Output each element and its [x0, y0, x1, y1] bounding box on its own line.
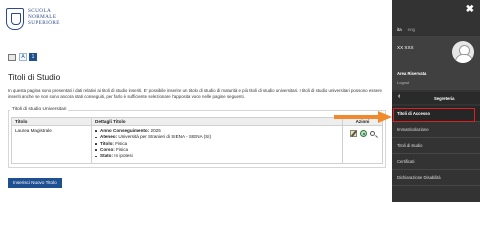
titles-table: Titolo Dettagli Titolo Azioni Laurea Mag…	[11, 117, 383, 164]
menu-item-titoli-di-studio[interactable]: Titoli di studio	[392, 138, 480, 154]
step-navigation: A 1	[8, 53, 39, 61]
menu-item-dichiarazione-disabilita[interactable]: Dichiarazione Disabilità	[392, 170, 480, 186]
search-icon[interactable]	[370, 131, 375, 136]
edit-icon[interactable]	[350, 130, 357, 137]
column-header-title: Titolo	[11, 117, 92, 126]
insert-new-title-button[interactable]: Inserisci Nuovo Titolo	[8, 178, 62, 188]
menu-section-header[interactable]: ‹ Segreteria	[392, 92, 480, 104]
callout-arrow-icon	[334, 111, 392, 123]
detail-status: Stato: In ipotesi	[95, 153, 339, 159]
page-title: Titoli di Studio	[8, 72, 61, 82]
reserved-area-title: Area Riservata	[397, 71, 427, 76]
side-menu: ✖ ita eng XX XXX Area Riservata Logout ‹…	[392, 0, 480, 202]
table-row: Laurea Magistrale Anno Conseguimento: 20…	[11, 125, 383, 164]
legend-icon[interactable]	[8, 53, 16, 61]
menu-item-titoli-di-accesso[interactable]: Titoli di Accesso	[392, 106, 480, 122]
lang-eng[interactable]: eng	[408, 27, 415, 32]
step-a[interactable]: A	[19, 53, 27, 61]
cell-actions	[342, 125, 383, 164]
page-description: In questa pagina sono presentati i dati …	[8, 88, 382, 100]
step-1-active[interactable]: 1	[29, 53, 37, 61]
language-switch: ita eng	[397, 27, 415, 32]
crest-icon	[6, 8, 24, 30]
logout-link[interactable]: Logout	[397, 80, 409, 85]
university-logo[interactable]: SCUOLA NORMALE SUPERIORE	[6, 8, 60, 30]
lang-ita[interactable]: ita	[397, 27, 402, 32]
menu-item-certificati[interactable]: Certificati	[392, 154, 480, 170]
menu-section-title: Segreteria	[434, 95, 455, 101]
user-name: XX XXX	[397, 45, 414, 50]
details-list: Anno Conseguimento: 2025 Ateneo: Univers…	[95, 128, 339, 159]
cell-details: Anno Conseguimento: 2025 Ateneo: Univers…	[91, 125, 343, 164]
fieldset-legend: Titoli di studio Universitari	[10, 107, 69, 112]
menu-item-immatricolazione[interactable]: Immatricolazione	[392, 122, 480, 138]
avatar-icon	[452, 41, 474, 63]
view-icon[interactable]	[360, 130, 367, 137]
main-content: SCUOLA NORMALE SUPERIORE A 1 Titoli di S…	[0, 0, 392, 202]
close-icon[interactable]: ✖	[466, 4, 474, 16]
chevron-left-icon[interactable]: ‹	[398, 93, 400, 100]
logo-text: SCUOLA NORMALE SUPERIORE	[28, 8, 60, 27]
menu-items: Titoli di Accesso Immatricolazione Titol…	[392, 106, 480, 186]
column-header-details: Dettagli Titolo	[91, 117, 343, 126]
user-panel: XX XXX Area Riservata Logout	[392, 36, 480, 90]
cell-title: Laurea Magistrale	[11, 125, 92, 164]
